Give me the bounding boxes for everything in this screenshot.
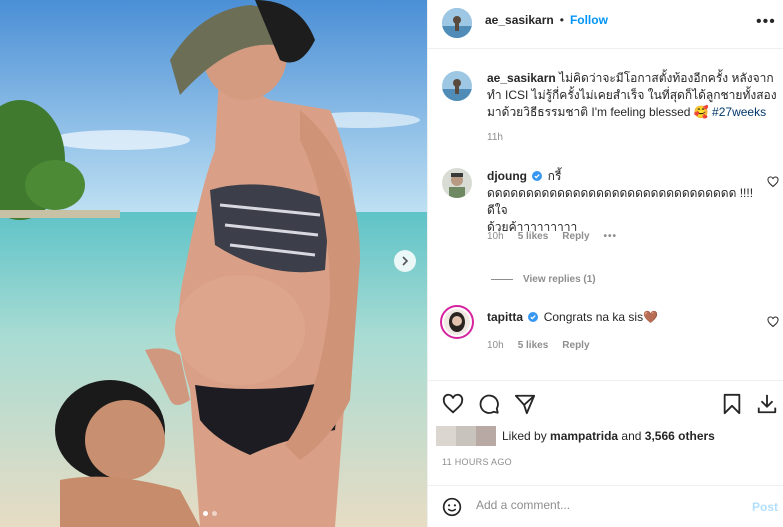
download-icon[interactable] xyxy=(756,393,778,415)
caption-author[interactable]: ae_sasikarn xyxy=(487,71,556,85)
avatar-image xyxy=(444,309,470,335)
comment-author[interactable]: tapitta xyxy=(487,310,523,324)
bookmark-icon[interactable] xyxy=(722,393,742,415)
verified-badge-icon xyxy=(528,312,539,322)
avatar-image xyxy=(442,71,472,101)
caption-time: 11h xyxy=(487,132,503,143)
comment-time: 10h xyxy=(487,231,504,242)
follow-button[interactable]: Follow xyxy=(570,13,608,27)
post-photo[interactable] xyxy=(0,0,427,527)
more-options-icon[interactable]: ••• xyxy=(756,13,776,31)
liker-avatar xyxy=(436,426,456,446)
comment-tapitta: tapitta Congrats na ka sis🤎 xyxy=(487,309,757,326)
carousel-indicator xyxy=(203,511,217,516)
carousel-dot xyxy=(212,511,217,516)
avatar-image xyxy=(442,168,472,198)
comment-avatar-djoung[interactable] xyxy=(442,168,472,198)
comment-text-2: ดดดดดดดดดดดดดดดดดดดดดดดดดดดดดดดด !!!! ดี… xyxy=(487,186,754,217)
caption-meta: 11h xyxy=(487,132,503,143)
liker-avatar xyxy=(476,426,496,446)
comment-more-icon[interactable]: ••• xyxy=(604,231,618,242)
avatar-image xyxy=(442,8,472,38)
reply-button[interactable]: Reply xyxy=(562,231,589,242)
author-avatar[interactable] xyxy=(442,8,472,38)
heart-icon[interactable] xyxy=(442,393,464,415)
post-header: ae_sasikarn • Follow ••• xyxy=(428,0,783,49)
liked-by-avatars[interactable] xyxy=(436,426,496,446)
verified-badge-icon xyxy=(532,171,543,181)
caption-line-1: ไม่คิดว่าจะมีโอกาสตั้งท้องอีกครั้ง หลังจ… xyxy=(559,71,774,85)
post-comment-button[interactable]: Post xyxy=(752,500,778,514)
comment-text-1: Congrats na ka sis🤎 xyxy=(543,310,659,324)
comment-text-1: กรี้ xyxy=(547,169,562,183)
liked-by-and: and xyxy=(621,429,642,443)
post-side-panel: ae_sasikarn • Follow ••• ae_sasikarn ไม่… xyxy=(427,0,783,527)
comment-input[interactable] xyxy=(476,498,726,512)
comment-meta: 10h 5 likes Reply ••• xyxy=(487,231,617,242)
photo-scene xyxy=(0,0,427,527)
action-bar xyxy=(428,380,783,426)
liked-by-others[interactable]: 3,566 others xyxy=(645,429,715,443)
liked-by-user[interactable]: mampatrida xyxy=(550,429,618,443)
view-replies-button[interactable]: View replies (1) xyxy=(491,274,596,285)
comment-meta: 10h 5 likes Reply xyxy=(487,340,590,351)
reply-button[interactable]: Reply xyxy=(562,340,589,351)
caption: ae_sasikarn ไม่คิดว่าจะมีโอกาสตั้งท้องอี… xyxy=(487,70,777,121)
liked-by-prefix: Liked by xyxy=(502,429,547,443)
comment-like-heart-icon[interactable] xyxy=(767,176,779,188)
comment-like-heart-icon[interactable] xyxy=(767,316,779,328)
liker-avatar xyxy=(456,426,476,446)
likes-summary: Liked by mampatrida and 3,566 others xyxy=(436,426,715,446)
comment-time: 10h xyxy=(487,340,504,351)
comment-avatar-tapitta[interactable] xyxy=(440,305,474,339)
caption-line-3: มาด้วยวิธีธรรมชาติ I'm feeling blessed 🥰 xyxy=(487,105,709,119)
caption-avatar[interactable] xyxy=(442,71,472,101)
caption-line-2: ทำ ICSI ไม่รู้กี่ครั้งไม่เคยสำเร็จ ในที่… xyxy=(487,88,777,102)
post-timestamp[interactable]: 11 HOURS AGO xyxy=(442,457,512,467)
comment-likes[interactable]: 5 likes xyxy=(518,231,549,242)
comment-icon[interactable] xyxy=(478,393,500,415)
view-replies-label: View replies (1) xyxy=(523,274,596,285)
caption-hashtag[interactable]: #27weeks xyxy=(712,105,766,119)
chevron-right-icon xyxy=(402,256,409,266)
view-replies-line xyxy=(491,279,513,280)
author-username[interactable]: ae_sasikarn xyxy=(485,13,554,27)
send-icon[interactable] xyxy=(514,393,536,415)
comment-author[interactable]: djoung xyxy=(487,169,527,183)
separator-dot: • xyxy=(559,13,564,27)
next-image-button[interactable] xyxy=(394,250,416,272)
carousel-dot-active xyxy=(203,511,208,516)
comment-djoung: djoung กรี้ ดดดดดดดดดดดดดดดดดดดดดดดดดดดด… xyxy=(487,168,757,236)
comment-likes[interactable]: 5 likes xyxy=(518,340,549,351)
emoji-icon[interactable] xyxy=(442,497,462,517)
comment-bar: Post xyxy=(428,485,783,527)
